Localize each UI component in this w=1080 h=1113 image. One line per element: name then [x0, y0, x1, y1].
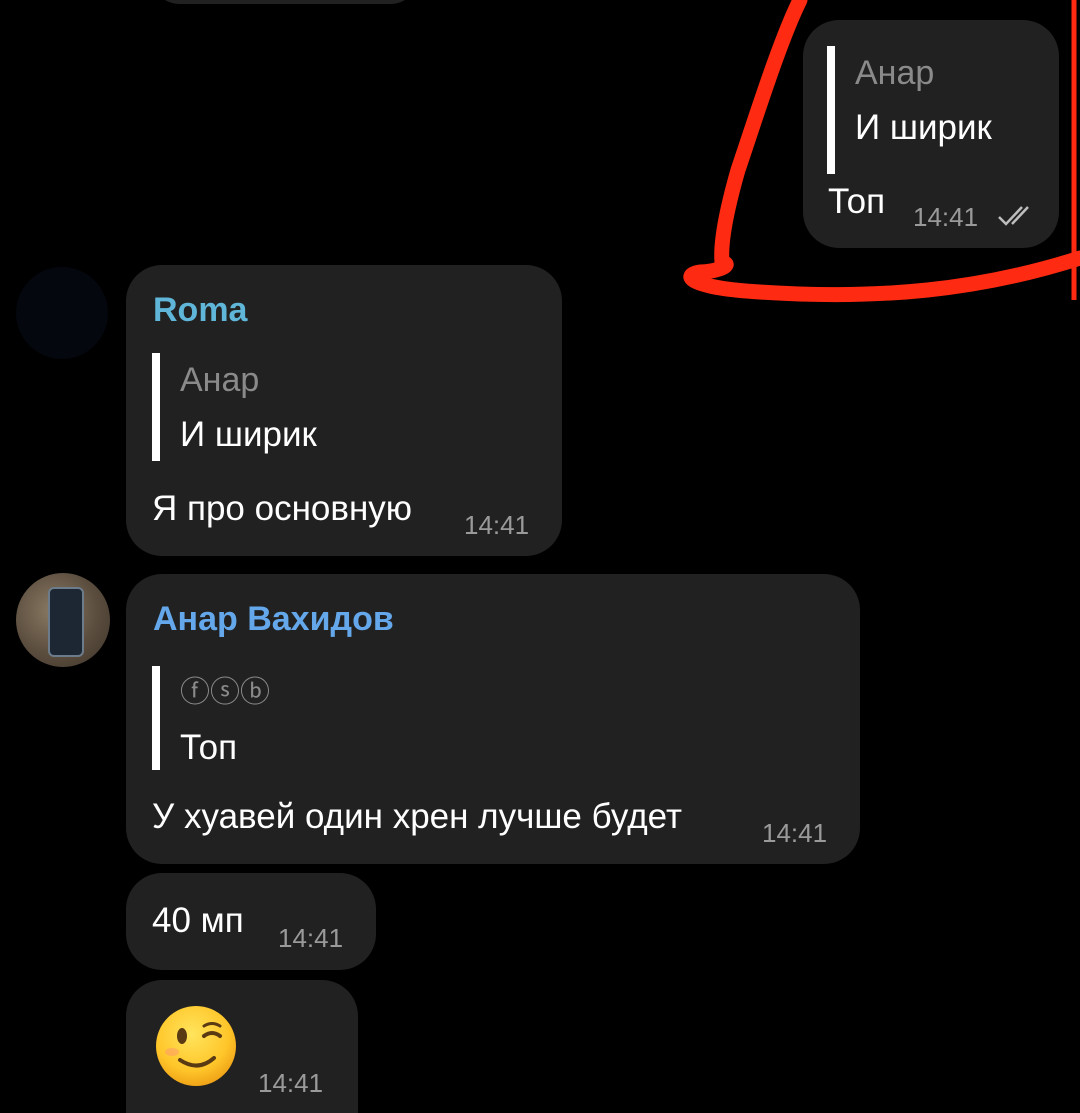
- reply-quote[interactable]: Анар И ширик: [152, 353, 512, 461]
- reply-quote-text: И ширик: [855, 108, 992, 147]
- message-time: 14:41: [258, 1068, 324, 1098]
- sender-name[interactable]: Roma: [153, 291, 247, 330]
- message-text: Топ: [828, 182, 886, 221]
- sender-name[interactable]: Анар Вахидов: [153, 600, 394, 639]
- message-time: 14:41: [464, 510, 530, 540]
- avatar[interactable]: [16, 267, 108, 359]
- previous-message-bubble[interactable]: [150, 0, 420, 4]
- reply-quote-author: Анар: [180, 361, 260, 399]
- incoming-message-bubble[interactable]: 40 мп 14:41: [126, 873, 376, 970]
- phone-image: [48, 587, 84, 657]
- reply-quote-text: И ширик: [180, 415, 317, 454]
- incoming-message-bubble[interactable]: Анар Вахидов ⓕⓢⓑ Топ У хуавей один хрен …: [126, 574, 860, 864]
- avatar[interactable]: [16, 573, 110, 667]
- double-check-icon: [998, 206, 1029, 226]
- message-text: 40 мп: [152, 901, 244, 940]
- message-text: У хуавей один хрен лучше будет: [152, 797, 682, 836]
- reply-quote-author: Анар: [855, 54, 935, 92]
- message-time: 14:41: [278, 923, 344, 953]
- message-time: 14:41: [913, 202, 979, 232]
- message-text: Я про основную: [152, 489, 413, 528]
- winking-face-emoji: [156, 1006, 236, 1086]
- reply-quote-text: Топ: [180, 728, 238, 767]
- outgoing-message-bubble[interactable]: Анар И ширик Топ 14:41: [803, 20, 1059, 248]
- reply-quote[interactable]: Анар И ширик: [827, 46, 1037, 174]
- message-time: 14:41: [762, 818, 828, 848]
- reply-quote-author: ⓕⓢⓑ: [180, 676, 270, 709]
- reply-quote[interactable]: ⓕⓢⓑ Топ: [152, 666, 452, 770]
- incoming-message-bubble[interactable]: 14:41: [126, 980, 358, 1113]
- incoming-message-bubble[interactable]: Roma Анар И ширик Я про основную 14:41: [126, 265, 562, 556]
